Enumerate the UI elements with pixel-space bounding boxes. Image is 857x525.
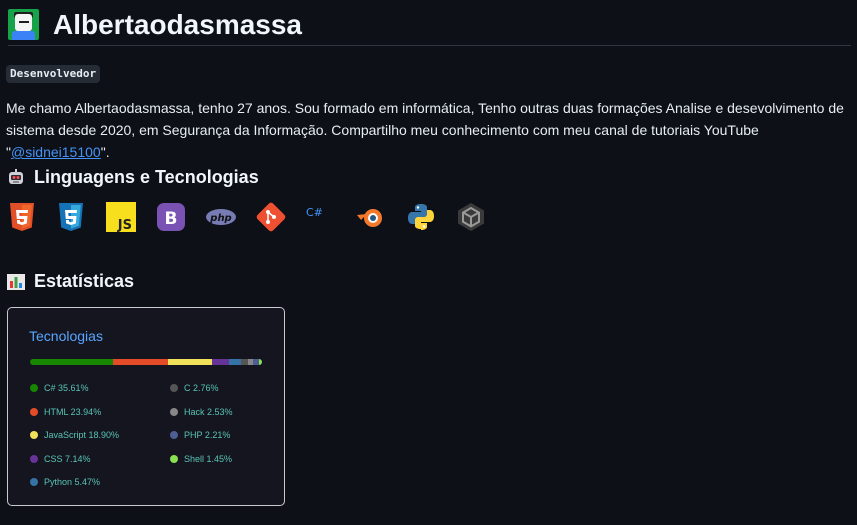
language-legend-item: Hack 2.53% (170, 406, 233, 418)
card-title: Tecnologias (29, 328, 103, 344)
language-legend-item: Shell 1.45% (170, 453, 232, 465)
legend-label: HTML 23.94% (44, 406, 102, 417)
legend-dot (30, 384, 38, 392)
language-bar-segment-c# (30, 359, 113, 365)
language-bar-segment-python (228, 359, 242, 365)
bio-end: ". (100, 144, 110, 160)
language-legend-item: JavaScript 18.90% (30, 429, 119, 441)
legend-dot (170, 407, 178, 416)
bio-paragraph: Me chamo Albertaodasmassa, tenho 27 anos… (6, 97, 848, 163)
blender-icon (357, 209, 382, 227)
bootstrap-icon: B (157, 203, 185, 231)
legend-label: C 2.76% (184, 383, 219, 393)
language-legend-item: HTML 23.94% (30, 406, 101, 418)
language-legend-item: PHP 2.21% (170, 429, 230, 441)
legend-dot (170, 431, 178, 439)
tech-heading: Linguagens e Tecnologias (6, 167, 259, 188)
legend-dot (170, 454, 178, 463)
python-icon (408, 204, 434, 230)
svg-text:JS: JS (117, 218, 132, 233)
language-legend-item: C 2.76% (170, 382, 219, 394)
language-bar-segment-html (112, 359, 169, 365)
avatar (8, 9, 39, 40)
legend-label: Shell 1.45% (184, 453, 233, 464)
readme-header: Albertaodasmassa (8, 4, 851, 46)
language-legend-item: CSS 7.14% (30, 453, 91, 465)
csharp-icon: C# (306, 206, 323, 219)
stats-heading-text: Estatísticas (34, 271, 135, 291)
language-bar-segment-javascript (168, 359, 212, 365)
legend-label: PHP 2.21% (184, 430, 231, 440)
stats-heading: Estatísticas (6, 271, 134, 292)
legend-dot (30, 454, 38, 463)
language-bar-segment-css (211, 359, 229, 365)
php-icon: php (206, 209, 236, 225)
language-bar-segment-shell (258, 359, 262, 365)
language-legend-item: C# 35.61% (30, 382, 89, 394)
css3-icon (59, 203, 83, 231)
youtube-channel-link[interactable]: @sidnei15100 (11, 144, 101, 160)
language-progress-bar (30, 359, 262, 365)
robot-icon (9, 168, 23, 184)
svg-text:C#: C# (306, 206, 323, 219)
unity-icon (458, 203, 484, 231)
legend-label: CSS 7.14% (44, 453, 91, 464)
git-icon (256, 202, 286, 232)
role-badge: Desenvolvedor (6, 65, 101, 83)
tech-heading-text: Linguagens e Tecnologias (34, 167, 259, 187)
html5-icon (10, 203, 34, 231)
legend-dot (30, 431, 38, 439)
language-legend-item: Python 5.47% (30, 476, 100, 488)
legend-label: Python 5.47% (44, 477, 101, 487)
legend-dot (30, 407, 38, 416)
profile-readme: Albertaodasmassa Desenvolvedor Me chamo … (0, 0, 857, 525)
bio-text: Me chamo Albertaodasmassa, tenho 27 anos… (6, 100, 844, 160)
svg-text:B: B (165, 209, 178, 229)
legend-dot (30, 478, 38, 486)
legend-label: Hack 2.53% (184, 406, 233, 417)
javascript-icon: JS (106, 202, 136, 233)
legend-label: JavaScript 18.90% (44, 430, 120, 440)
page-title: Albertaodasmassa (53, 8, 303, 40)
top-languages-card: Tecnologias C# 35.61% HTML 23.94% JavaScri… (7, 307, 285, 506)
legend-dot (170, 384, 178, 392)
legend-label: C# 35.61% (44, 383, 89, 393)
svg-text:php: php (209, 213, 231, 224)
bar-chart-icon (7, 273, 25, 290)
